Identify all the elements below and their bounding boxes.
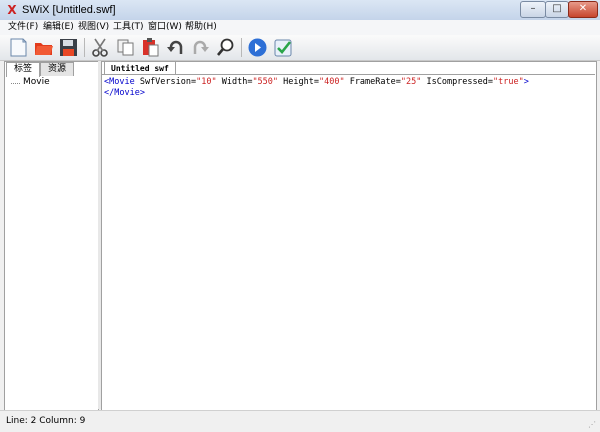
menu-file[interactable]: 文件(F) — [8, 21, 38, 34]
attr-name: IsCompressed= — [421, 77, 494, 87]
open-folder-icon[interactable] — [33, 37, 54, 58]
toolbar-separator — [241, 38, 242, 57]
copy-icon[interactable] — [115, 37, 136, 58]
tab-resources[interactable]: 资源 — [40, 62, 74, 76]
attr-name: SwfVersion= — [139, 77, 197, 87]
attr-value: "550" — [252, 77, 279, 87]
tab-document[interactable]: Untitled swf — [104, 61, 176, 75]
menu-tools[interactable]: 工具(T) — [113, 21, 144, 34]
title-bar: X SWiX [Untitled.swf] – □ ✕ — [0, 0, 600, 21]
menu-help[interactable]: 帮助(H) — [185, 21, 217, 34]
tab-tags[interactable]: 标签 — [6, 62, 40, 77]
tag-end: </Movie> — [104, 88, 145, 98]
toolbar — [0, 35, 600, 61]
attr-value: "10" — [196, 77, 217, 87]
attr-name: Width= — [216, 77, 253, 87]
status-bar: Line: 2 Column: 9 — [0, 410, 600, 432]
tag-tree-panel — [4, 61, 99, 411]
resize-grip-icon[interactable]: ⋰ — [588, 420, 596, 429]
new-document-icon[interactable] — [8, 37, 29, 58]
paste-clipboard-icon[interactable] — [140, 37, 161, 58]
window-title: SWiX [Untitled.swf] — [22, 4, 116, 16]
attr-value: "400" — [318, 77, 345, 87]
cut-scissors-icon[interactable] — [90, 37, 111, 58]
tree-node-movie[interactable]: Movie — [23, 77, 50, 87]
menu-view[interactable]: 视图(V) — [78, 21, 109, 34]
code-editor[interactable] — [101, 61, 597, 411]
menu-window[interactable]: 窗口(W) — [148, 21, 182, 34]
attr-name: Height= — [278, 77, 319, 87]
tag-close: > — [523, 77, 529, 87]
code-line-2: </Movie> — [104, 88, 529, 99]
tree-connector — [11, 83, 20, 84]
save-disk-icon[interactable] — [58, 37, 79, 58]
find-magnifier-icon[interactable] — [215, 37, 236, 58]
close-button[interactable]: ✕ — [568, 1, 598, 18]
toolbar-separator — [84, 38, 85, 57]
tab-divider — [102, 74, 595, 75]
attr-value: "true" — [493, 77, 524, 87]
redo-icon[interactable] — [190, 37, 211, 58]
tag-open: <Movie — [104, 77, 140, 87]
validate-check-icon[interactable] — [273, 37, 294, 58]
play-preview-icon[interactable] — [247, 37, 268, 58]
code-text[interactable]: <Movie SwfVersion="10" Width="550" Heigh… — [104, 77, 529, 99]
cursor-position: Line: 2 Column: 9 — [6, 416, 86, 426]
attr-value: "25" — [400, 77, 422, 87]
app-logo-icon: X — [7, 3, 17, 17]
menu-edit[interactable]: 编辑(E) — [43, 21, 74, 34]
attr-name: FrameRate= — [344, 77, 401, 87]
code-line-1: <Movie SwfVersion="10" Width="550" Heigh… — [104, 77, 529, 88]
maximize-button[interactable]: □ — [545, 1, 569, 18]
menu-bar: 文件(F) 编辑(E) 视图(V) 工具(T) 窗口(W) 帮助(H) — [0, 20, 600, 35]
undo-icon[interactable] — [165, 37, 186, 58]
minimize-button[interactable]: – — [520, 1, 546, 18]
